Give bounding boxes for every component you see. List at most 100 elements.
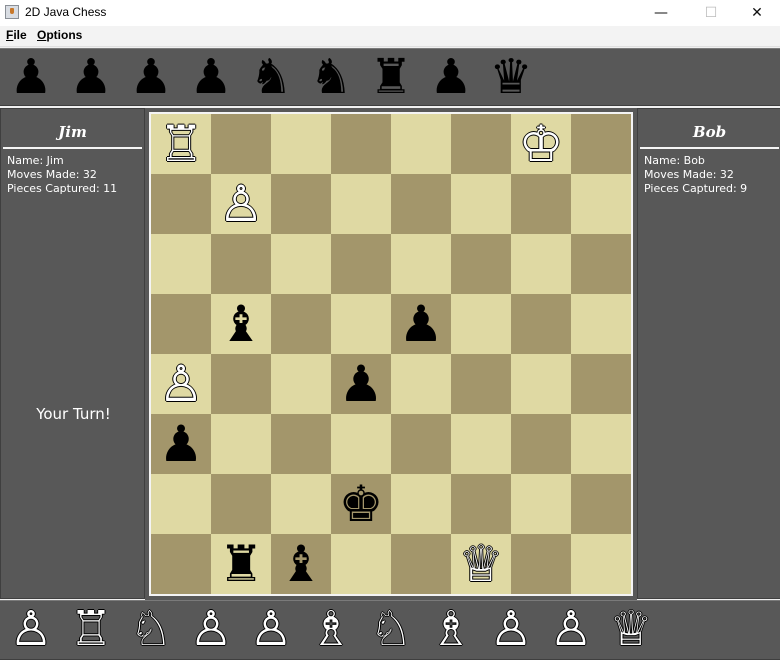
board-square[interactable]	[571, 114, 631, 174]
board-square[interactable]: ♔	[511, 114, 571, 174]
window-title: 2D Java Chess	[25, 5, 107, 19]
captured-white-pawn-icon: ♙	[489, 601, 533, 657]
black-bishop-icon[interactable]: ♝	[279, 539, 324, 589]
maximize-button[interactable]: ☐	[688, 0, 734, 26]
black-king-icon[interactable]: ♚	[339, 479, 384, 529]
board-container: ♖ ♔ ♙ ♝ ♟ ♙ ♟ ♟ ♚ ♜ ♝ ♕	[145, 108, 637, 600]
board-square[interactable]	[511, 294, 571, 354]
board-square[interactable]	[151, 174, 211, 234]
minimize-button[interactable]: —	[638, 0, 684, 26]
captured-black-pieces-tray: ♟ ♟ ♟ ♟ ♞ ♞ ♜ ♟ ♛	[0, 48, 780, 106]
captured-white-bishop-icon: ♗	[429, 601, 473, 657]
board-square[interactable]	[571, 534, 631, 594]
stat-moves: Moves Made: 32	[644, 168, 734, 181]
board-square[interactable]	[511, 174, 571, 234]
black-bishop-icon[interactable]: ♝	[219, 299, 264, 349]
board-square[interactable]	[331, 114, 391, 174]
board-square[interactable]: ♟	[151, 414, 211, 474]
board-square[interactable]: ♝	[211, 294, 271, 354]
board-square[interactable]	[451, 354, 511, 414]
board-square[interactable]	[211, 114, 271, 174]
board-square[interactable]	[151, 474, 211, 534]
header-divider	[640, 147, 779, 149]
board-square[interactable]	[271, 474, 331, 534]
board-square[interactable]	[451, 474, 511, 534]
java-app-icon	[5, 5, 19, 19]
white-rook-icon[interactable]: ♖	[159, 119, 204, 169]
board-square[interactable]	[571, 414, 631, 474]
board-square[interactable]	[391, 414, 451, 474]
board-square[interactable]	[331, 534, 391, 594]
board-square[interactable]	[451, 414, 511, 474]
board-square[interactable]	[451, 174, 511, 234]
board-square[interactable]: ♚	[331, 474, 391, 534]
board-square[interactable]	[271, 414, 331, 474]
black-pawn-icon[interactable]: ♟	[339, 359, 384, 409]
board-square[interactable]	[331, 414, 391, 474]
player-panel-jim: Jim Name: Jim Moves Made: 32 Pieces Capt…	[0, 108, 145, 599]
board-square[interactable]	[391, 174, 451, 234]
player-stats: Name: Bob Moves Made: 32 Pieces Captured…	[644, 154, 747, 196]
board-square[interactable]: ♟	[391, 294, 451, 354]
board-square[interactable]	[391, 114, 451, 174]
captured-white-queen-icon: ♕	[609, 601, 653, 657]
close-button[interactable]: ✕	[734, 0, 780, 26]
menu-options[interactable]: Options	[37, 28, 82, 42]
board-square[interactable]	[571, 294, 631, 354]
board-square[interactable]	[151, 234, 211, 294]
board-square[interactable]: ♝	[271, 534, 331, 594]
board-square[interactable]	[571, 354, 631, 414]
board-square[interactable]	[331, 294, 391, 354]
board-square[interactable]	[271, 114, 331, 174]
board-square[interactable]	[571, 474, 631, 534]
board-square[interactable]	[271, 174, 331, 234]
board-square[interactable]	[511, 474, 571, 534]
board-square[interactable]: ♖	[151, 114, 211, 174]
board-square[interactable]	[391, 474, 451, 534]
board-square[interactable]	[451, 294, 511, 354]
board-square[interactable]	[331, 234, 391, 294]
white-pawn-icon[interactable]: ♙	[219, 179, 264, 229]
black-pawn-icon[interactable]: ♟	[399, 299, 444, 349]
board-square[interactable]	[211, 474, 271, 534]
board-square[interactable]	[451, 234, 511, 294]
chess-board[interactable]: ♖ ♔ ♙ ♝ ♟ ♙ ♟ ♟ ♚ ♜ ♝ ♕	[149, 112, 633, 596]
board-square[interactable]	[211, 354, 271, 414]
black-rook-icon[interactable]: ♜	[219, 539, 264, 589]
white-queen-icon[interactable]: ♕	[459, 539, 504, 589]
board-square[interactable]: ♙	[211, 174, 271, 234]
white-pawn-icon[interactable]: ♙	[159, 359, 204, 409]
board-square[interactable]	[571, 234, 631, 294]
captured-black-knight-icon: ♞	[249, 49, 293, 105]
captured-black-knight-icon: ♞	[309, 49, 353, 105]
board-square[interactable]: ♟	[331, 354, 391, 414]
title-bar: 2D Java Chess — ☐ ✕	[0, 0, 780, 26]
white-king-icon[interactable]: ♔	[519, 119, 564, 169]
board-square[interactable]	[211, 234, 271, 294]
captured-white-pieces-tray: ♙ ♖ ♘ ♙ ♙ ♗ ♘ ♗ ♙ ♙ ♕	[0, 600, 780, 660]
board-square[interactable]	[211, 414, 271, 474]
board-square[interactable]: ♜	[211, 534, 271, 594]
board-square[interactable]	[331, 174, 391, 234]
board-square[interactable]	[151, 534, 211, 594]
menu-file[interactable]: File	[6, 28, 27, 42]
board-square[interactable]	[391, 234, 451, 294]
board-square[interactable]	[511, 414, 571, 474]
board-square[interactable]	[391, 354, 451, 414]
captured-black-pawn-icon: ♟	[189, 49, 233, 105]
board-square[interactable]	[511, 534, 571, 594]
captured-white-pawn-icon: ♙	[9, 601, 53, 657]
board-square[interactable]	[391, 534, 451, 594]
board-square[interactable]	[511, 354, 571, 414]
black-pawn-icon[interactable]: ♟	[159, 419, 204, 469]
board-square[interactable]	[271, 354, 331, 414]
board-square[interactable]	[271, 234, 331, 294]
board-square[interactable]	[511, 234, 571, 294]
board-square[interactable]: ♙	[151, 354, 211, 414]
captured-white-knight-icon: ♘	[129, 601, 173, 657]
board-square[interactable]	[451, 114, 511, 174]
board-square[interactable]: ♕	[451, 534, 511, 594]
board-square[interactable]	[151, 294, 211, 354]
board-square[interactable]	[271, 294, 331, 354]
board-square[interactable]	[571, 174, 631, 234]
